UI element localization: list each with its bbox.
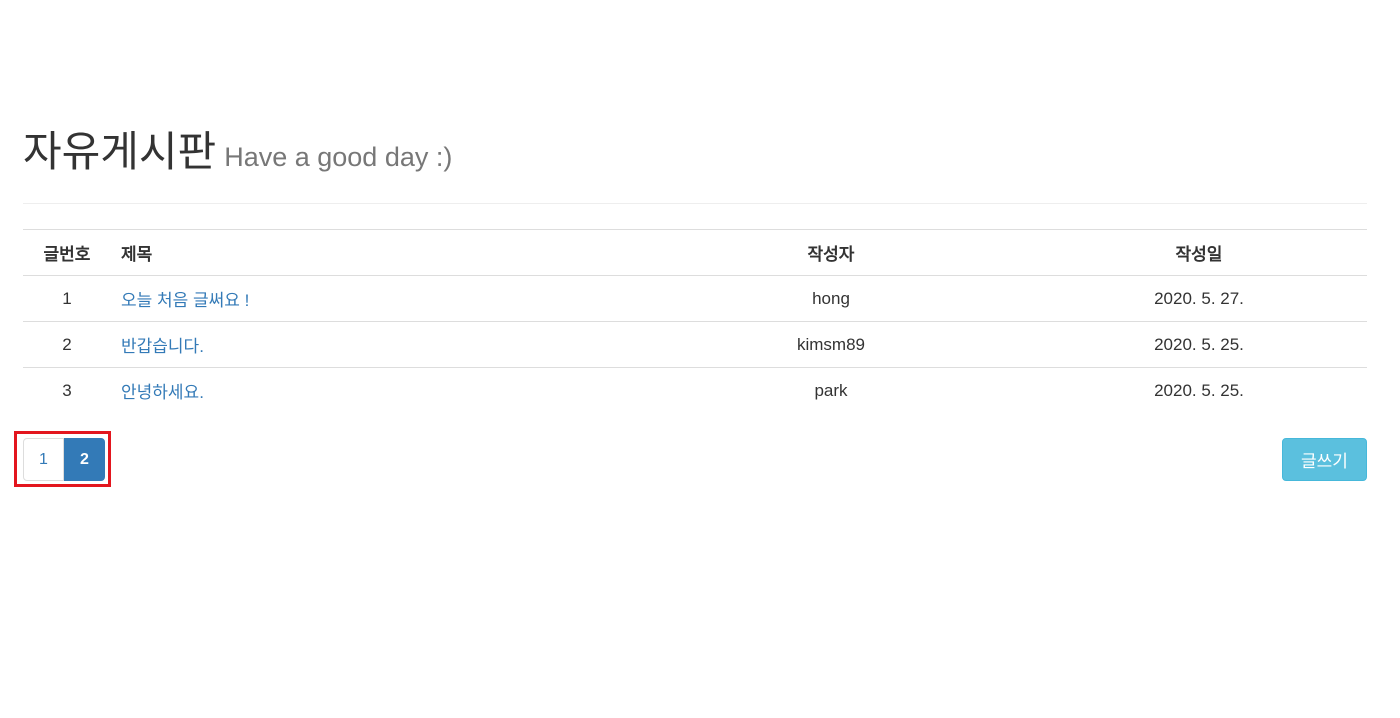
column-header-writer: 작성자: [631, 229, 1031, 276]
pagination: 1 2: [23, 438, 105, 481]
write-post-button[interactable]: 글쓰기: [1282, 438, 1367, 481]
column-header-no: 글번호: [23, 229, 111, 276]
table-row: 3 안녕하세요. park 2020. 5. 25.: [23, 368, 1367, 414]
post-writer: park: [814, 380, 848, 400]
post-date: 2020. 5. 25.: [1031, 321, 1367, 368]
post-title-link[interactable]: 반갑습니다.: [121, 337, 204, 356]
post-title-link[interactable]: 안녕하세요.: [121, 383, 204, 402]
board-table: 글번호 제목 작성자 작성일 1 오늘 처음 글써요 ! hong 2020. …: [23, 229, 1367, 413]
post-title-cell: 오늘 처음 글써요 !: [111, 275, 631, 322]
page-title-text: 자유게시판: [23, 127, 217, 176]
column-header-title: 제목: [111, 229, 631, 276]
page-title: 자유게시판 Have a good day :): [23, 126, 452, 183]
page-button-1[interactable]: 1: [23, 438, 64, 481]
post-number: 3: [62, 380, 72, 400]
post-number: 2: [23, 321, 111, 368]
table-row: 1 오늘 처음 글써요 ! hong 2020. 5. 27.: [23, 275, 1367, 322]
page-subtitle: Have a good day :): [224, 142, 453, 172]
column-header-date: 작성일: [1031, 229, 1367, 276]
post-writer: hong: [631, 275, 1031, 322]
page-header: 자유게시판 Have a good day :): [23, 120, 1367, 204]
table-header-row: 글번호 제목 작성자 작성일: [23, 229, 1367, 276]
page-button-2-active[interactable]: 2: [64, 438, 105, 481]
post-number: 1: [23, 275, 111, 322]
post-title-cell: 안녕하세요.: [111, 368, 631, 414]
post-date: 2020. 5. 25.: [1154, 380, 1244, 400]
post-title-link[interactable]: 오늘 처음 글써요 !: [121, 291, 249, 310]
post-title-cell: 반갑습니다.: [111, 321, 631, 368]
post-date: 2020. 5. 27.: [1031, 275, 1367, 322]
post-writer: kimsm89: [631, 321, 1031, 368]
table-row: 2 반갑습니다. kimsm89 2020. 5. 25.: [23, 321, 1367, 368]
